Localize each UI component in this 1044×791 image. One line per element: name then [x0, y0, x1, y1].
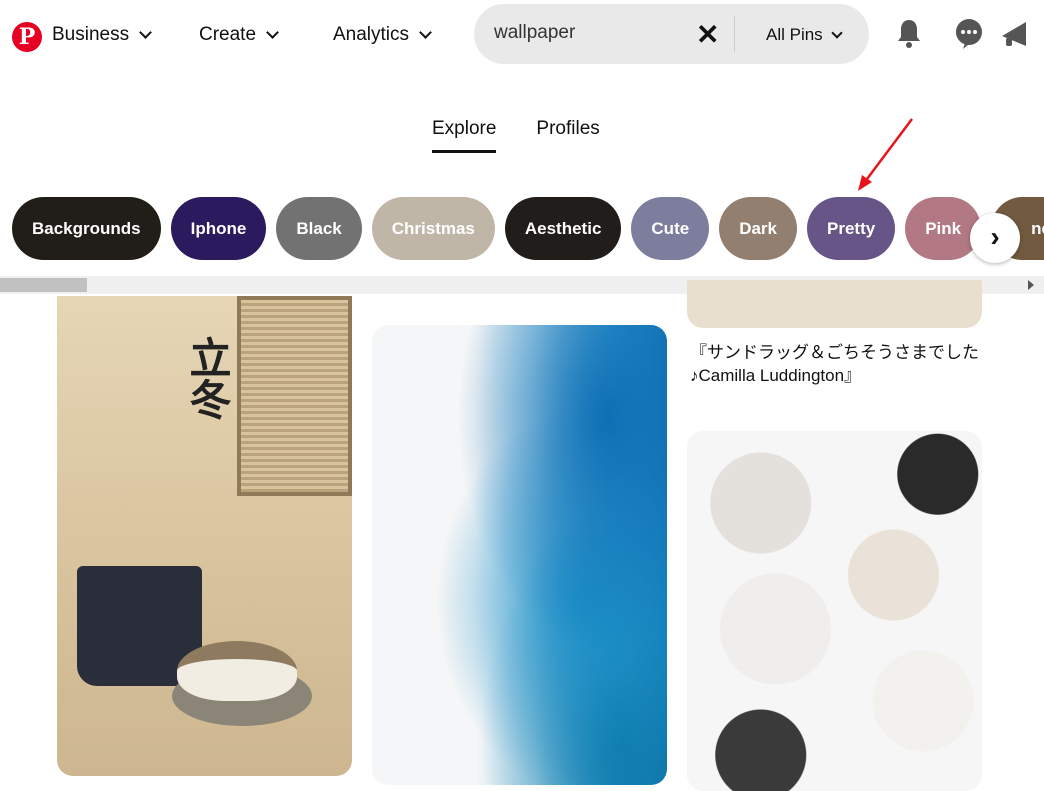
- calligraphy-image: 立冬: [183, 336, 232, 420]
- search-bar: ✕ All Pins: [474, 4, 869, 64]
- clear-search-icon[interactable]: ✕: [696, 18, 719, 51]
- next-arrow-button[interactable]: ›: [970, 213, 1020, 263]
- nav-label: Analytics: [333, 24, 410, 45]
- scrollbar-thumb[interactable]: [0, 278, 87, 292]
- search-input[interactable]: [494, 22, 684, 44]
- pill-pretty[interactable]: Pretty: [807, 197, 896, 260]
- search-scope-dropdown[interactable]: All Pins: [766, 25, 843, 45]
- pin-cats[interactable]: [687, 431, 982, 791]
- divider: [734, 16, 735, 52]
- bell-icon[interactable]: [895, 18, 923, 50]
- nav-business[interactable]: Business: [52, 24, 152, 46]
- scroll-right-arrow-icon[interactable]: [1028, 280, 1034, 290]
- pill-backgrounds[interactable]: Backgrounds: [12, 197, 161, 260]
- megaphone-icon[interactable]: [1000, 20, 1030, 50]
- pill-christmas[interactable]: Christmas: [371, 197, 495, 260]
- window-blind: [237, 296, 352, 496]
- tab-profiles[interactable]: Profiles: [536, 118, 599, 153]
- header: P Business Create Analytics ✕ All Pins: [0, 0, 1044, 72]
- search-tabs: Explore Profiles: [432, 118, 600, 153]
- nav-label: Create: [199, 24, 257, 45]
- chevron-down-icon: [419, 26, 432, 39]
- nav-create[interactable]: Create: [199, 24, 279, 46]
- annotation-arrow: [858, 118, 913, 191]
- pin-caption[interactable]: 『サンドラッグ＆ごちそうさまでした♪Camilla Luddington』: [690, 341, 980, 387]
- chevron-down-icon: [831, 26, 843, 39]
- pill-aesthetic[interactable]: Aesthetic: [504, 197, 622, 260]
- chat-icon[interactable]: [954, 18, 984, 50]
- pill-iphone[interactable]: Iphone: [170, 197, 267, 260]
- scope-label: All Pins: [766, 25, 823, 44]
- pill-cute[interactable]: Cute: [631, 197, 710, 260]
- chevron-down-icon: [139, 26, 152, 39]
- nav-analytics[interactable]: Analytics: [333, 24, 432, 46]
- chevron-down-icon: [266, 26, 279, 39]
- sleeping-cat-image: [177, 641, 297, 701]
- tab-explore[interactable]: Explore: [432, 118, 497, 153]
- guided-search-pills: Backgrounds Iphone Black Christmas Aesthetic…: [12, 197, 1044, 260]
- pill-dark[interactable]: Dark: [719, 197, 797, 260]
- pin-winter-cat[interactable]: 立冬: [57, 296, 352, 776]
- pin-blue-marble[interactable]: [372, 325, 667, 785]
- nav-label: Business: [52, 24, 130, 45]
- pill-pink[interactable]: Pink: [905, 197, 982, 260]
- pin-beige-image[interactable]: [687, 280, 982, 328]
- pinterest-logo[interactable]: P: [12, 22, 42, 52]
- pill-black[interactable]: Black: [276, 197, 362, 260]
